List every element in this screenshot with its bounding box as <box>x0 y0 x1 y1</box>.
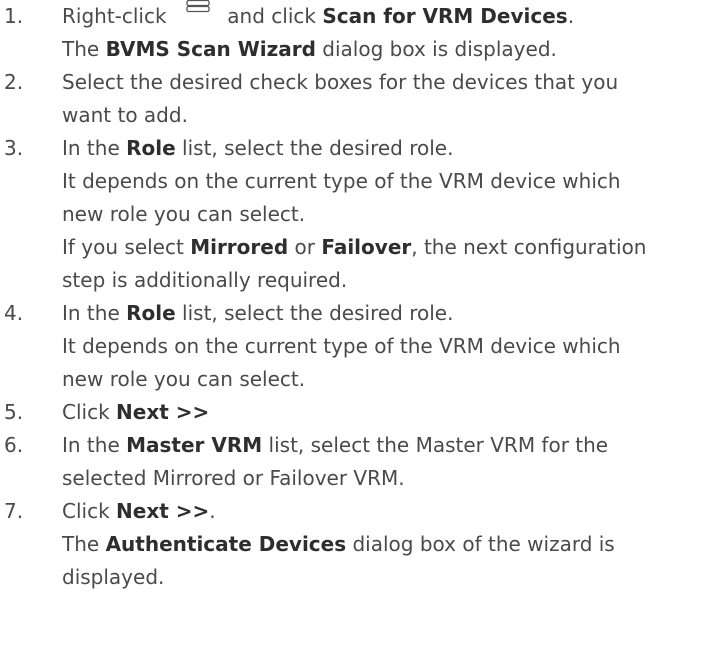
step-number: 2. <box>4 70 24 94</box>
step-6-line-1: In the Master VRM list, select the Maste… <box>62 433 609 457</box>
step-number: 3. <box>4 136 24 160</box>
step-1: 1. Right-click and click Scan for VRM De… <box>0 0 712 66</box>
step-1-line-2: The BVMS Scan Wizard dialog box is displ… <box>62 37 557 61</box>
step-number: 7. <box>4 499 24 523</box>
vrm-devices-icon <box>175 0 219 14</box>
step-7-line-3: displayed. <box>62 565 165 589</box>
step-number: 1. <box>4 4 24 28</box>
step-7-line-2: The Authenticate Devices dialog box of t… <box>62 532 615 556</box>
step-3-line-3: new role you can select. <box>62 202 306 226</box>
step-2-line-1: Select the desired check boxes for the d… <box>62 70 619 94</box>
step-4: 4. In the Role list, select the desired … <box>0 297 712 396</box>
step-4-line-1: In the Role list, select the desired rol… <box>62 301 454 325</box>
step-2: 2. Select the desired check boxes for th… <box>0 66 712 132</box>
step-number: 5. <box>4 400 24 424</box>
step-3-line-2: It depends on the current type of the VR… <box>62 169 621 193</box>
step-number: 6. <box>4 433 24 457</box>
step-3-line-4: If you select Mirrored or Failover, the … <box>62 235 647 259</box>
step-5: 5. Click Next >> <box>0 396 712 429</box>
step-1-line-1: Right-click and click Scan for VRM Devic… <box>62 0 712 33</box>
step-number: 4. <box>4 301 24 325</box>
step-5-line-1: Click Next >> <box>62 400 210 424</box>
step-7: 7. Click Next >>. The Authenticate Devic… <box>0 495 712 594</box>
step-4-line-2: It depends on the current type of the VR… <box>62 334 621 358</box>
step-3-line-1: In the Role list, select the desired rol… <box>62 136 454 160</box>
procedure-steps: 1. Right-click and click Scan for VRM De… <box>0 0 712 594</box>
step-7-line-1: Click Next >>. <box>62 499 216 523</box>
step-3: 3. In the Role list, select the desired … <box>0 132 712 297</box>
step-3-line-5: step is additionally required. <box>62 268 348 292</box>
step-2-line-2: want to add. <box>62 103 188 127</box>
step-6: 6. In the Master VRM list, select the Ma… <box>0 429 712 495</box>
step-4-line-3: new role you can select. <box>62 367 306 391</box>
step-6-line-2: selected Mirrored or Failover VRM. <box>62 466 405 490</box>
